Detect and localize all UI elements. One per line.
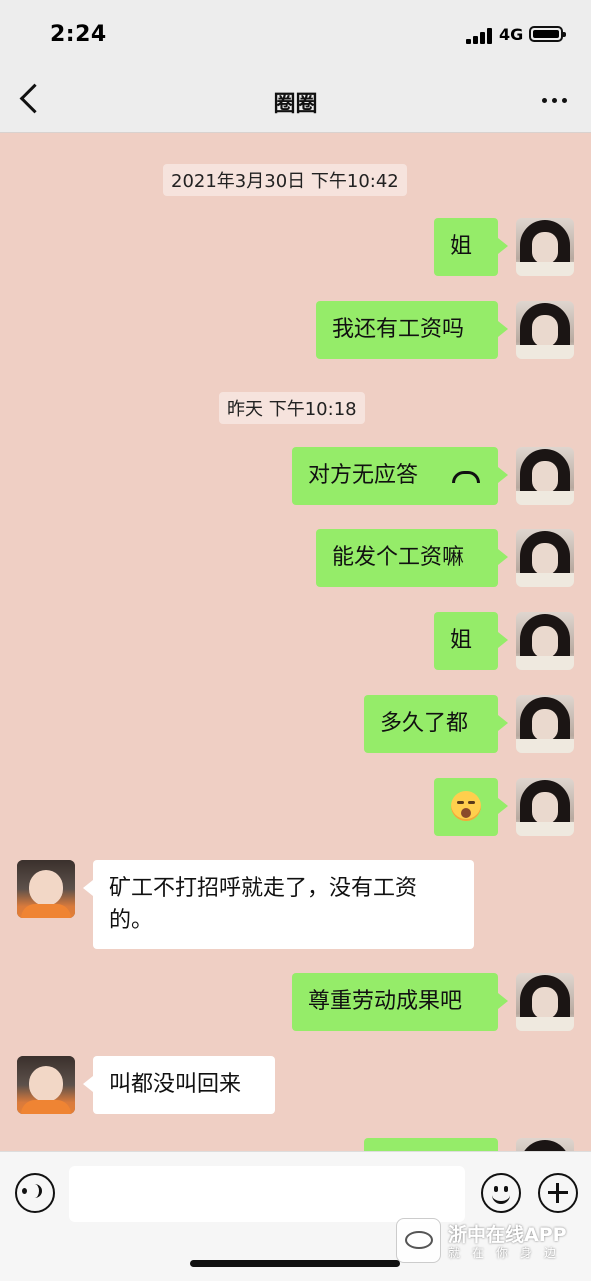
emoji-picker-icon[interactable] — [481, 1173, 521, 1213]
my-avatar[interactable] — [516, 612, 574, 670]
voice-input-icon[interactable] — [15, 1173, 55, 1213]
status-time: 2:24 — [50, 22, 107, 47]
message-bubble-contact[interactable]: 矿工不打招呼就走了，没有工资的。 — [83, 860, 474, 949]
hangup-phone-icon — [452, 471, 480, 483]
message-bubble-mine[interactable]: 多久了都 — [364, 695, 508, 753]
home-indicator[interactable] — [190, 1260, 400, 1267]
message-bubble-mine[interactable]: 姐 — [434, 612, 508, 670]
call-record-bubble[interactable]: 对方无应答 — [292, 447, 508, 505]
contact-avatar[interactable] — [17, 1056, 75, 1114]
call-status-text: 对方无应答 — [308, 463, 419, 488]
my-avatar[interactable] — [516, 973, 574, 1031]
message-bubble-contact[interactable]: 叫都没叫回来 — [83, 1056, 275, 1114]
message-bubble-mine[interactable]: 能发个工资嘛 — [316, 529, 508, 587]
sleepy-face-emoji-icon — [451, 791, 481, 821]
more-options-icon[interactable] — [542, 98, 567, 103]
watermark-title: 浙中在线APP — [448, 1224, 567, 1246]
watermark-subtitle: 就在你身边 — [448, 1246, 569, 1260]
chat-header: 圈圈 — [0, 68, 591, 133]
chat-title: 圈圈 — [273, 92, 318, 117]
message-input[interactable] — [69, 1166, 465, 1222]
my-avatar[interactable] — [516, 447, 574, 505]
my-avatar[interactable] — [516, 218, 574, 276]
status-bar: 2:24 4G — [0, 0, 591, 68]
signal-icon — [466, 28, 494, 44]
my-avatar[interactable] — [516, 778, 574, 836]
emoji-message-bubble[interactable] — [434, 778, 508, 836]
message-list[interactable]: 2021年3月30日 下午10:42 姐 我还有工资吗 昨天 下午10:18 对… — [0, 133, 591, 1151]
my-avatar[interactable] — [516, 529, 574, 587]
network-type: 4G — [499, 25, 524, 44]
contact-avatar[interactable] — [17, 860, 75, 918]
timestamp: 昨天 下午10:18 — [219, 392, 365, 424]
message-bubble-mine[interactable]: 尊重劳动成果吧 — [292, 973, 508, 1031]
watermark-logo-icon — [396, 1218, 441, 1263]
timestamp: 2021年3月30日 下午10:42 — [163, 164, 407, 196]
watermark: 浙中在线APP 就在你身边 — [396, 1216, 586, 1266]
message-bubble-mine[interactable]: 我还有工资吗 — [316, 301, 508, 359]
my-avatar[interactable] — [516, 1138, 574, 1151]
my-avatar[interactable] — [516, 695, 574, 753]
message-bubble-partial[interactable] — [364, 1138, 498, 1151]
more-functions-icon[interactable] — [538, 1173, 578, 1213]
message-bubble-mine[interactable]: 姐 — [434, 218, 508, 276]
battery-icon — [529, 26, 566, 42]
my-avatar[interactable] — [516, 301, 574, 359]
